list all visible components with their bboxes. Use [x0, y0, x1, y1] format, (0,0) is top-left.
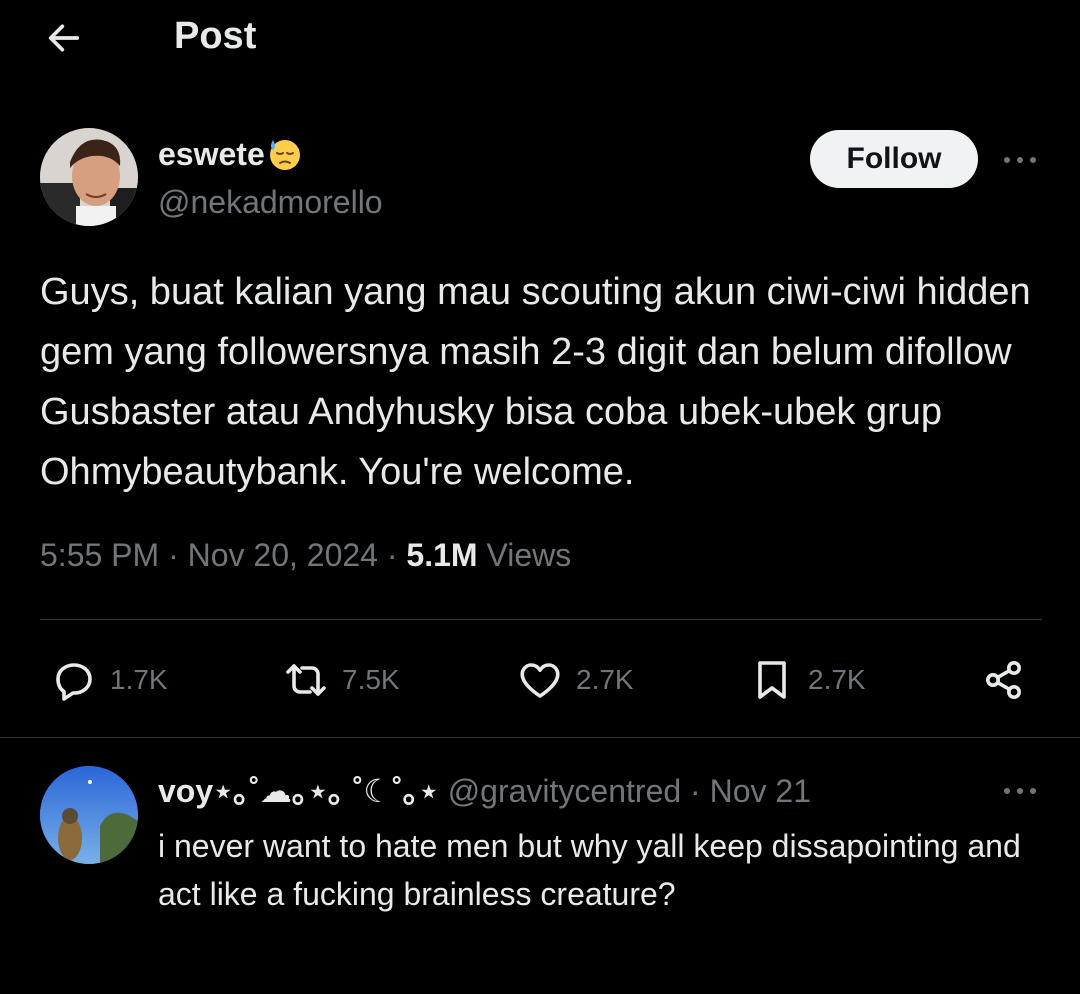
heart-icon [520, 663, 560, 698]
author-handle[interactable]: @nekadmorello [158, 182, 383, 222]
post-text: Guys, buat kalian yang mau scouting akun… [40, 271, 1031, 493]
author-avatar[interactable] [40, 128, 138, 226]
author-name-text: eswete [158, 136, 265, 172]
repost-icon [286, 664, 326, 696]
views-count: 5.1M [406, 537, 478, 573]
avatar-image [40, 128, 138, 226]
downcast-sweat-face-emoji [269, 140, 300, 170]
separator-dot: · [690, 773, 710, 809]
views-label: Views [486, 537, 572, 573]
more-horizontal-icon [1004, 157, 1036, 163]
post-date[interactable]: Nov 20, 2024 [188, 537, 378, 573]
reply-header: voy⋆｡˚☁︎｡⋆｡ ˚☾˚｡⋆ @gravitycentred · Nov … [158, 770, 811, 812]
reply-author-name[interactable]: voy⋆｡˚☁︎｡⋆｡ ˚☾˚｡⋆ [158, 773, 439, 809]
arrow-left-icon [48, 24, 80, 52]
more-horizontal-icon [1004, 788, 1036, 794]
separator-dot: · [386, 537, 407, 573]
action-bar: 1.7K 7.5K 2.7K 2.7K [0, 648, 1080, 712]
post-time[interactable]: 5:55 PM [40, 537, 159, 573]
share-button[interactable] [980, 648, 1028, 712]
back-button[interactable] [40, 14, 88, 62]
share-icon [986, 661, 1021, 699]
reply-button[interactable]: 1.7K [50, 648, 168, 712]
repost-button[interactable]: 7.5K [282, 648, 400, 712]
divider [0, 737, 1080, 738]
avatar-image [40, 766, 138, 864]
bookmark-count: 2.7K [808, 664, 866, 695]
like-button[interactable]: 2.7K [516, 648, 634, 712]
author-name[interactable]: eswete [158, 134, 303, 174]
reply-author-avatar[interactable] [40, 766, 138, 864]
post-more-button[interactable] [1000, 140, 1040, 180]
reply-icon [56, 663, 92, 701]
follow-button[interactable]: Follow [810, 130, 978, 188]
reply-text: i never want to hate men but why yall ke… [158, 828, 1021, 912]
divider [40, 619, 1042, 620]
separator-dot: · [168, 537, 188, 573]
bookmark-icon [758, 661, 786, 699]
like-count: 2.7K [576, 664, 634, 695]
post-meta: 5:55 PM · Nov 20, 2024 · 5.1M Views [40, 534, 571, 576]
bookmark-button[interactable]: 2.7K [748, 648, 866, 712]
reply-count: 1.7K [110, 664, 168, 695]
top-bar: Post [0, 0, 1080, 80]
page-title: Post [174, 15, 257, 57]
reply-date[interactable]: Nov 21 [710, 773, 811, 809]
reply-author-handle[interactable]: @gravitycentred [448, 773, 681, 809]
reply-more-button[interactable] [1000, 776, 1040, 806]
repost-count: 7.5K [342, 664, 400, 695]
